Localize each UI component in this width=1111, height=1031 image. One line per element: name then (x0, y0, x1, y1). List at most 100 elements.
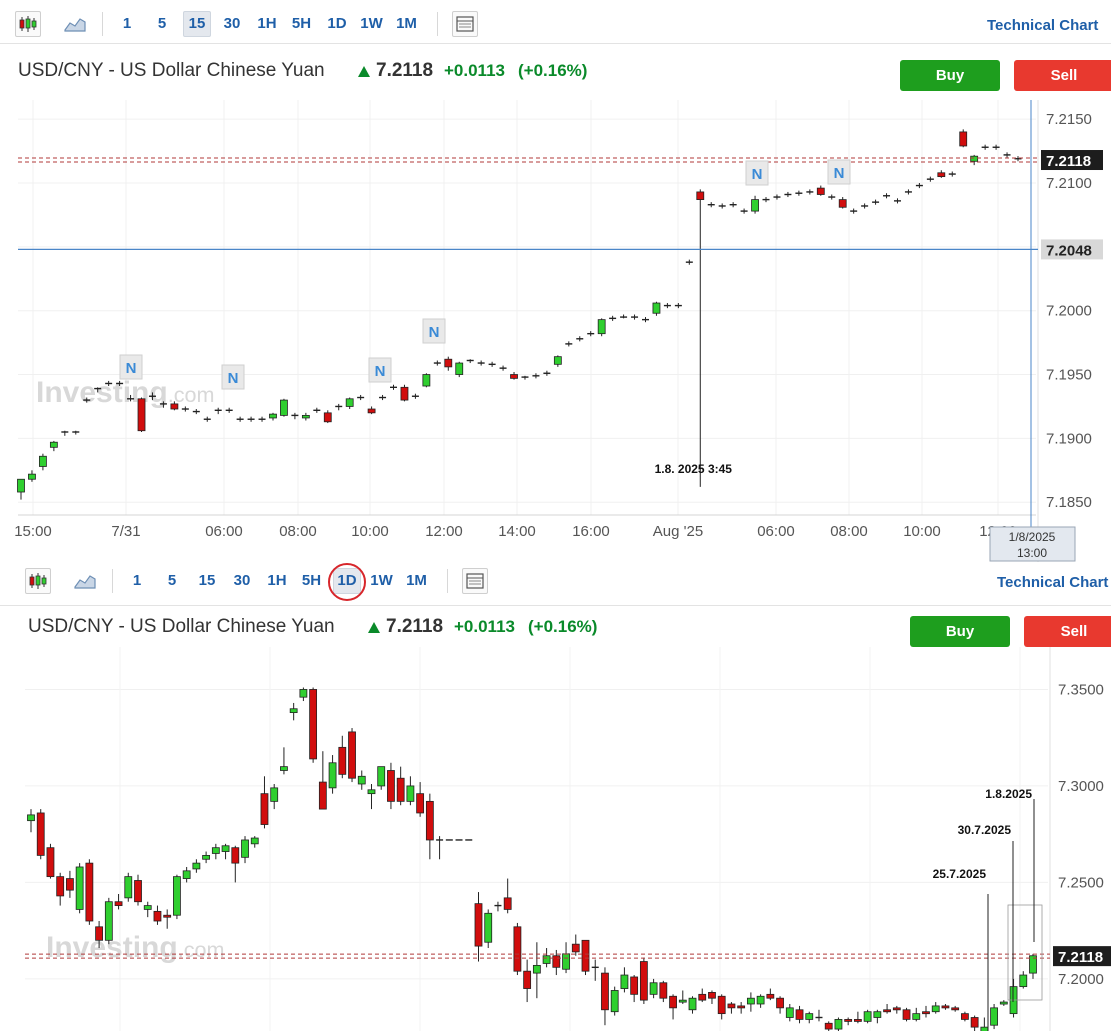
candle (922, 1005, 930, 1018)
candle-body (211, 847, 220, 854)
candle (948, 171, 956, 177)
candle (338, 735, 347, 779)
price-chart-1d[interactable]: 7.3500 7.3000 7.2500 7.2000 Investing.com 7.2… (0, 562, 1111, 1031)
candle (587, 331, 595, 337)
candle-body (56, 876, 65, 897)
candle-body (737, 1005, 746, 1009)
candle (674, 303, 682, 309)
news-marker-label: N (375, 363, 386, 380)
candle (853, 1011, 862, 1024)
candle (795, 1005, 804, 1024)
candle (36, 809, 45, 860)
candle (301, 412, 310, 421)
candle-body (367, 408, 376, 414)
candle (620, 967, 629, 993)
candle (532, 373, 540, 379)
candle-body (844, 1019, 853, 1022)
candle (652, 301, 661, 316)
candle-body (659, 982, 668, 999)
candle-body (75, 866, 84, 910)
candle (503, 878, 512, 914)
candle (601, 967, 609, 1026)
candle (553, 355, 562, 367)
candle-body (338, 746, 347, 775)
candle-body (756, 995, 765, 1005)
candle-body (269, 413, 277, 419)
candle (999, 1000, 1008, 1006)
date-annotation: 25.7.2025 (933, 867, 987, 881)
news-marker-label: N (429, 324, 440, 341)
candle (521, 375, 529, 380)
candle-body (270, 787, 279, 802)
candle (323, 410, 332, 424)
candle (436, 836, 444, 860)
candle-body (170, 403, 179, 410)
candle-body (328, 762, 337, 789)
candle-body (805, 1013, 814, 1020)
candle (893, 198, 901, 204)
candle (815, 1009, 823, 1022)
candle-body (873, 1011, 882, 1018)
candle-body (610, 990, 619, 1013)
candle-body (280, 399, 288, 416)
y-tick-label: 7.2000 (1058, 971, 1104, 988)
candle (56, 872, 65, 906)
candle (134, 874, 142, 906)
candle (221, 843, 230, 860)
candle (17, 478, 25, 500)
x-tick-label: 7/31 (111, 523, 140, 540)
candle-body (348, 731, 356, 779)
candle (61, 430, 69, 436)
candle (488, 361, 496, 367)
y-tick-label: 7.1850 (1046, 494, 1092, 511)
candle (203, 416, 211, 422)
candle (904, 189, 912, 195)
candle (39, 453, 47, 471)
candle (951, 1005, 960, 1012)
candle (444, 356, 453, 371)
candle-body (416, 793, 425, 814)
x-tick-label: 08:00 (830, 523, 868, 540)
candle (729, 202, 737, 208)
candle (931, 1002, 940, 1014)
candle (49, 440, 58, 452)
candle (27, 809, 35, 833)
candle (649, 978, 658, 999)
candle (838, 197, 847, 209)
candle (299, 687, 308, 702)
candle-body (422, 374, 431, 387)
candle (181, 406, 189, 412)
candle (474, 892, 483, 962)
candle-body (776, 997, 784, 1009)
candle (225, 407, 233, 413)
candle (824, 1021, 833, 1031)
candle (872, 199, 880, 205)
candle (926, 176, 934, 182)
candle-body (124, 876, 133, 899)
candle (335, 403, 343, 411)
candle (970, 154, 979, 166)
candle-body (970, 155, 979, 162)
candle (708, 990, 716, 1004)
candle (1009, 978, 1018, 1018)
y-tick-label: 7.1950 (1046, 367, 1092, 384)
y-tick-label: 7.3000 (1058, 778, 1104, 795)
candle-body (951, 1007, 960, 1011)
candle (280, 747, 288, 775)
candle-body (114, 901, 123, 906)
candle-body (639, 961, 648, 1001)
candle (494, 901, 502, 912)
candle (816, 185, 825, 196)
candle-body (289, 708, 298, 714)
candle-body (299, 689, 308, 698)
candle-body (260, 793, 269, 825)
candle (202, 851, 211, 864)
candle (669, 994, 677, 1020)
candle (400, 384, 409, 402)
y-tick-label: 7.3500 (1058, 681, 1104, 698)
candle-body (746, 997, 755, 1005)
price-chart-15m[interactable]: 15:00 7/31 06:00 08:00 10:00 12:00 14:00 16:00 A… (0, 0, 1111, 562)
x-tick-label: 10:00 (351, 523, 389, 540)
candle (883, 1003, 891, 1014)
candle-body (937, 172, 946, 178)
